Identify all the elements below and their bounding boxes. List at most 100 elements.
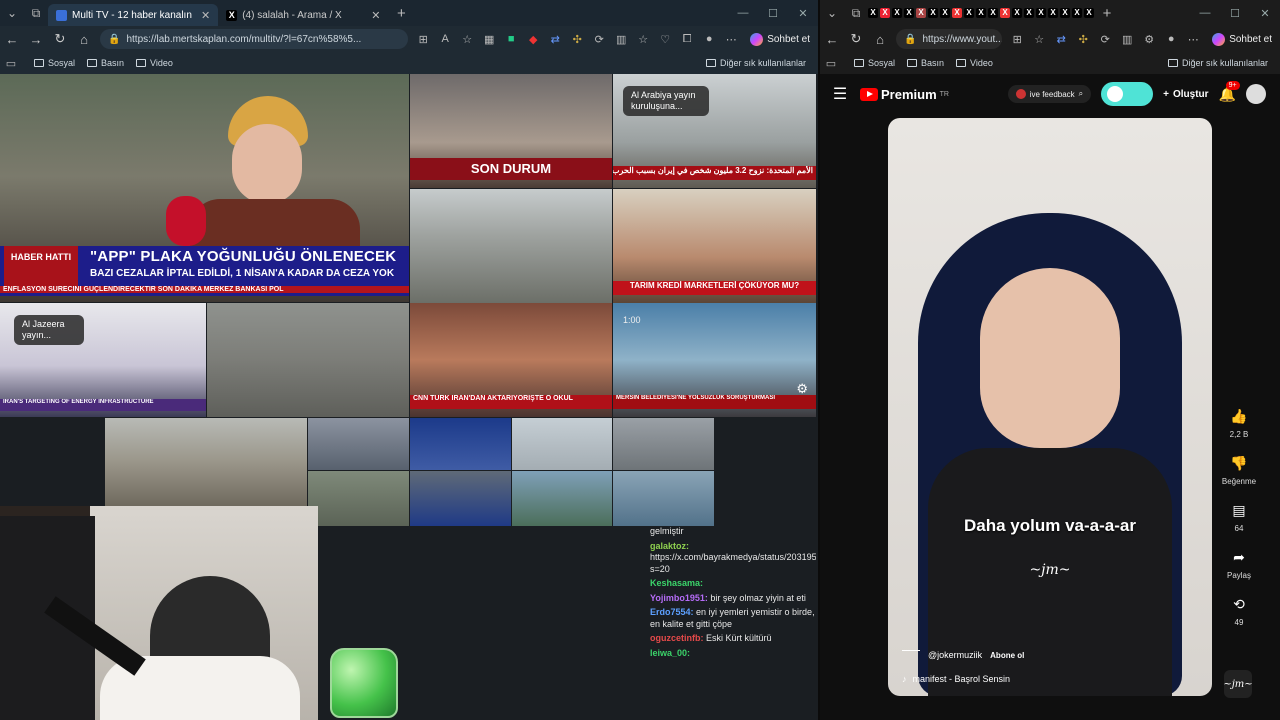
copilot-chat-button[interactable]: Sohbet et [742,32,818,46]
pinned-tab-3[interactable]: X [904,8,914,18]
dislike-button[interactable]: 👎 Beğenme [1222,451,1256,487]
chat-username[interactable]: Yojimbo1951: [650,593,710,603]
minimize-icon[interactable]: — [728,0,758,26]
more-menu-icon[interactable]: ⋯ [720,29,742,49]
bookmark-folder-sosyal[interactable]: Sosyal [34,58,75,68]
browser-essentials-icon[interactable]: ♡ [654,29,676,49]
chat-username[interactable]: leiwa_00: [650,648,690,658]
workspaces-icon[interactable]: ⧉ [844,0,868,26]
pinned-tab-4[interactable]: X [916,8,926,18]
pinned-tab-18[interactable]: X [1084,8,1094,18]
tile-al-arabiya[interactable]: Al Arabiya yayın kuruluşuna... الأمم الم… [613,74,816,188]
minimize-icon[interactable]: — [1190,0,1220,26]
pinned-tab-17[interactable]: X [1072,8,1082,18]
new-tab-button[interactable]: + [388,5,414,22]
tile-cam-4[interactable] [613,418,714,470]
sidebar-icon[interactable]: ▥ [1116,29,1138,49]
chat-username[interactable]: galaktoz: [650,541,689,551]
tile-cam-7[interactable] [512,471,612,526]
settings-gear-icon[interactable]: ⚙ [796,381,808,397]
sync-icon[interactable]: ⟳ [1094,29,1116,49]
like-button[interactable]: 👍 2,2 B [1225,404,1253,440]
al-jazeera-overlay[interactable]: Al Jazeera yayın... [14,315,84,345]
remix-button[interactable]: ⟲ 49 [1225,592,1253,628]
tile-gaza-view[interactable] [207,303,409,417]
youtube-premium-logo[interactable]: Premium TR [860,87,949,102]
other-bookmarks[interactable]: Diğer sık kullanılanlar [1167,58,1268,68]
tile-cam-1[interactable] [308,418,409,470]
tab-actions-icon[interactable]: ⌄ [820,0,844,26]
screenshot-icon[interactable]: ⧠ [676,29,698,49]
extension-icon[interactable]: ▦ [478,29,500,49]
tile-al-jazeera[interactable]: Al Jazeera yayın... IRAN'S TARGETING OF … [0,303,206,417]
favorite-star-icon[interactable]: ☆ [1028,29,1050,49]
share-button[interactable]: ➦ Paylaş [1225,545,1253,581]
pinned-tab-12[interactable]: X [1012,8,1022,18]
profile-avatar[interactable]: ● [1160,29,1182,49]
pinned-tab-7[interactable]: X [952,8,962,18]
pinned-tab-1[interactable]: X [880,8,890,18]
workspaces-icon[interactable]: ⧉ [24,0,48,26]
notifications-bell-icon[interactable]: 🔔 9+ [1219,80,1240,103]
pinned-tab-9[interactable]: X [976,8,986,18]
short-video-player[interactable]: Daha yolum va-a-a-ar ~jm~ @jokermuziik A… [888,118,1212,696]
pinned-tab-2[interactable]: X [892,8,902,18]
comments-button[interactable]: ▤ 64 [1225,498,1253,534]
pinned-tab-5[interactable]: X [928,8,938,18]
pinned-tab-11[interactable]: X [1000,8,1010,18]
extension-green-icon[interactable]: ■ [500,29,522,49]
tile-jerusalem[interactable] [105,418,307,506]
tile-cam-2[interactable] [410,418,511,470]
tile-son-durum[interactable]: SON DURUM [410,74,612,188]
sound-thumbnail[interactable]: ~jm~ [1223,670,1253,698]
channel-name[interactable]: @jokermuziik [928,650,982,660]
bookmark-folder-sosyal[interactable]: Sosyal [854,58,895,68]
pinned-tab-15[interactable]: X [1048,8,1058,18]
pinned-tab-13[interactable]: X [1024,8,1034,18]
maximize-icon[interactable]: ☐ [758,0,788,26]
pinned-tab-0[interactable]: X [868,8,878,18]
back-icon[interactable]: ← [0,32,24,47]
favorite-star-icon[interactable]: ☆ [456,29,478,49]
extension-icon[interactable]: ⚙ [1138,29,1160,49]
home-icon[interactable]: ⌂ [868,32,892,47]
split-icon[interactable]: ⊞ [412,29,434,49]
extension-toggle[interactable] [1101,82,1154,106]
tile-city-view[interactable] [410,189,612,303]
tab-actions-icon[interactable]: ⌄ [0,0,24,26]
chat-username[interactable]: Erdo7554: [650,607,696,617]
bookmark-folder-basin[interactable]: Basın [87,58,124,68]
split-icon[interactable]: ⊞ [1006,29,1028,49]
subscribe-button[interactable]: Abone ol [990,651,1024,660]
extension-yellow-icon[interactable]: ✣ [566,29,588,49]
pinned-tab-8[interactable]: X [964,8,974,18]
tile-cam-3[interactable] [512,418,612,470]
maximize-icon[interactable]: ☐ [1220,0,1250,26]
pinned-tab-16[interactable]: X [1060,8,1070,18]
tab-sidebar-icon[interactable]: ▭ [0,53,22,73]
tile-haberturk[interactable]: HABER HATTI "APP" PLAKA YOĞUNLUĞU ÖNLENE… [0,74,409,302]
bookmark-folder-basin[interactable]: Basın [907,58,944,68]
new-tab-button[interactable]: + [1094,5,1120,22]
tile-cam-6[interactable] [410,471,511,526]
tile-cam-5[interactable] [308,471,409,526]
address-bar[interactable]: 🔒 https://www.yout... [896,29,1003,49]
search-icon[interactable]: ⌕ [1079,89,1083,99]
close-tab-icon[interactable]: ✕ [371,9,380,22]
home-icon[interactable]: ⌂ [72,32,96,47]
tile-mersin[interactable]: 1:00 MERSİN BELEDİYESİ'NE YOLSUZLUK SORU… [613,303,816,417]
collections-icon[interactable]: ☆ [632,29,654,49]
refresh-icon[interactable]: ↻ [48,31,72,47]
translate-icon[interactable]: ⇄ [1050,29,1072,49]
tile-tarim-kredi[interactable]: TARIM KREDİ MARKETLERİ ÇÖKÜYOR MU? [613,189,816,303]
read-aloud-icon[interactable]: A [434,29,456,49]
al-arabiya-overlay[interactable]: Al Arabiya yayın kuruluşuna... [623,86,709,116]
create-button[interactable]: + Oluştur [1163,89,1208,100]
extension-red-icon[interactable]: ◆ [522,29,544,49]
pinned-tab-6[interactable]: X [940,8,950,18]
bookmark-folder-video[interactable]: Video [136,58,173,68]
close-tab-icon[interactable]: ✕ [201,9,210,22]
sync-icon[interactable]: ⟳ [588,29,610,49]
back-icon[interactable]: ← [820,32,844,47]
profile-avatar[interactable]: ● [698,29,720,49]
